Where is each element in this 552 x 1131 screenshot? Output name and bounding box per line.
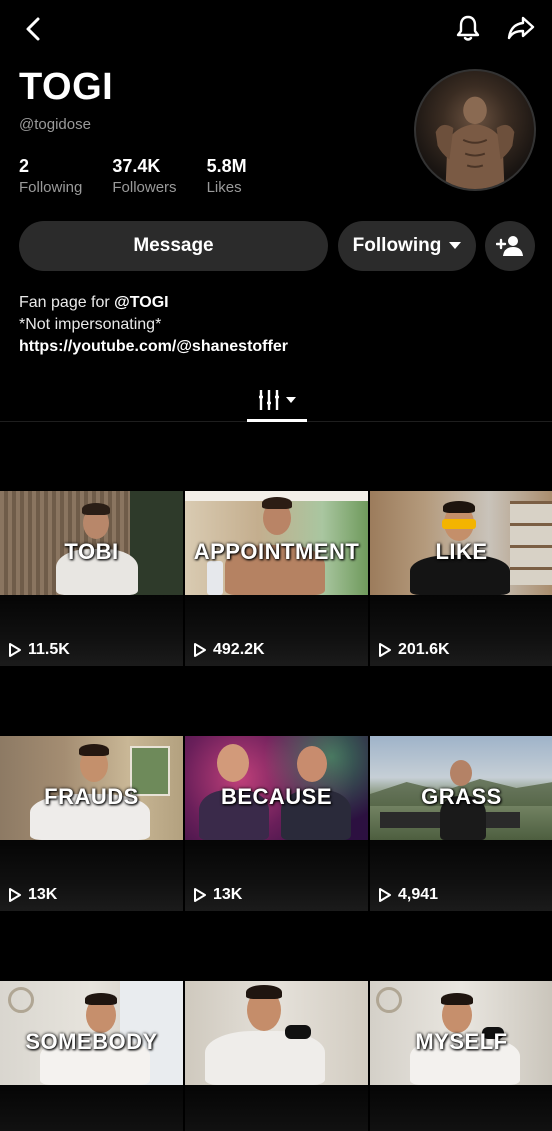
play-icon <box>194 643 206 657</box>
view-count-value: 4,941 <box>398 886 439 903</box>
following-button[interactable]: Following <box>338 221 476 271</box>
view-count: 13K <box>193 886 242 904</box>
stat-value: 37.4K <box>112 156 161 176</box>
video-thumbnail <box>185 981 368 1085</box>
video-tile[interactable]: FRAUDS 13K <box>0 736 183 911</box>
message-button[interactable]: Message <box>19 221 328 271</box>
stat-label: Following <box>19 179 83 196</box>
share-arrow-icon <box>507 16 535 40</box>
video-caption: BECAUSE <box>220 784 333 809</box>
stat-value: 5.8M <box>206 156 247 176</box>
caret-down-icon <box>286 397 296 403</box>
top-bar <box>0 0 552 58</box>
bio-line-2: *Not impersonating* <box>19 316 162 333</box>
avatar[interactable] <box>414 69 536 191</box>
stat-value: 2 <box>19 156 30 176</box>
video-tile[interactable]: APPOINTMENT 492.2K <box>185 491 368 666</box>
video-caption: SOMEBODY <box>25 1029 158 1054</box>
profile-username: @togidose <box>19 116 91 133</box>
video-caption: GRASS <box>421 784 502 809</box>
view-count: 13K <box>8 886 57 904</box>
view-count-value: 13K <box>213 886 243 903</box>
videos-grid-icon <box>259 390 279 410</box>
notifications-button[interactable] <box>450 10 486 46</box>
view-count: 4,941 <box>378 886 438 904</box>
back-button[interactable] <box>16 12 50 46</box>
view-count: 11.5K <box>8 641 70 659</box>
share-button[interactable] <box>502 10 540 46</box>
play-icon <box>379 643 391 657</box>
view-count-value: 492.2K <box>213 641 265 658</box>
profile-bio: Fan page for @TOGI *Not impersonating* h… <box>19 292 288 358</box>
profile-stats: 2 Following 37.4K Followers 5.8M Likes <box>19 156 247 196</box>
profile-display-name: TOGI <box>19 66 114 108</box>
play-icon <box>379 888 391 902</box>
tab-videos[interactable] <box>247 378 307 422</box>
view-count: 201.6K <box>378 641 450 659</box>
add-friend-button[interactable] <box>485 221 535 271</box>
chevron-left-icon <box>26 17 40 41</box>
play-icon <box>9 643 21 657</box>
stat-likes[interactable]: 5.8M Likes <box>207 156 247 196</box>
play-icon <box>194 888 206 902</box>
video-caption: LIKE <box>435 539 488 564</box>
content-tab-bar <box>0 378 552 422</box>
video-tile[interactable]: GRASS 4,941 <box>370 736 552 911</box>
play-icon <box>9 888 21 902</box>
video-tile[interactable]: SOMEBODY <box>0 981 183 1131</box>
view-count-value: 201.6K <box>398 641 450 658</box>
following-button-label: Following <box>352 235 442 256</box>
video-tile[interactable]: LIKE 201.6K <box>370 491 552 666</box>
video-caption: MYSELF <box>415 1029 508 1054</box>
stat-label: Followers <box>112 179 177 196</box>
view-count: 492.2K <box>193 641 265 659</box>
view-count-value: 11.5K <box>28 641 70 658</box>
video-tile[interactable] <box>185 981 368 1131</box>
bio-external-link[interactable]: https://youtube.com/@shanestoffer <box>19 336 288 358</box>
bell-icon <box>456 15 480 41</box>
video-caption: TOBI <box>64 539 119 564</box>
video-tile[interactable]: TOBI 11.5K <box>0 491 183 666</box>
video-caption: FRAUDS <box>44 784 139 809</box>
stat-label: Likes <box>206 179 242 196</box>
video-tile[interactable]: BECAUSE 13K <box>185 736 368 911</box>
video-caption: APPOINTMENT <box>193 539 360 564</box>
active-tab-indicator <box>247 419 307 422</box>
bio-text: Fan page for <box>19 294 115 311</box>
avatar-photo <box>435 96 515 189</box>
stat-following[interactable]: 2 Following <box>19 156 82 196</box>
message-button-label: Message <box>133 235 214 256</box>
stat-followers[interactable]: 37.4K Followers <box>112 156 176 196</box>
caret-down-icon <box>449 242 462 249</box>
add-user-icon <box>496 236 523 256</box>
bio-line-1: Fan page for @TOGI <box>19 292 288 314</box>
video-tile[interactable]: MYSELF <box>370 981 552 1131</box>
bio-mention-link[interactable]: @TOGI <box>114 294 168 311</box>
view-count-value: 13K <box>28 886 58 903</box>
